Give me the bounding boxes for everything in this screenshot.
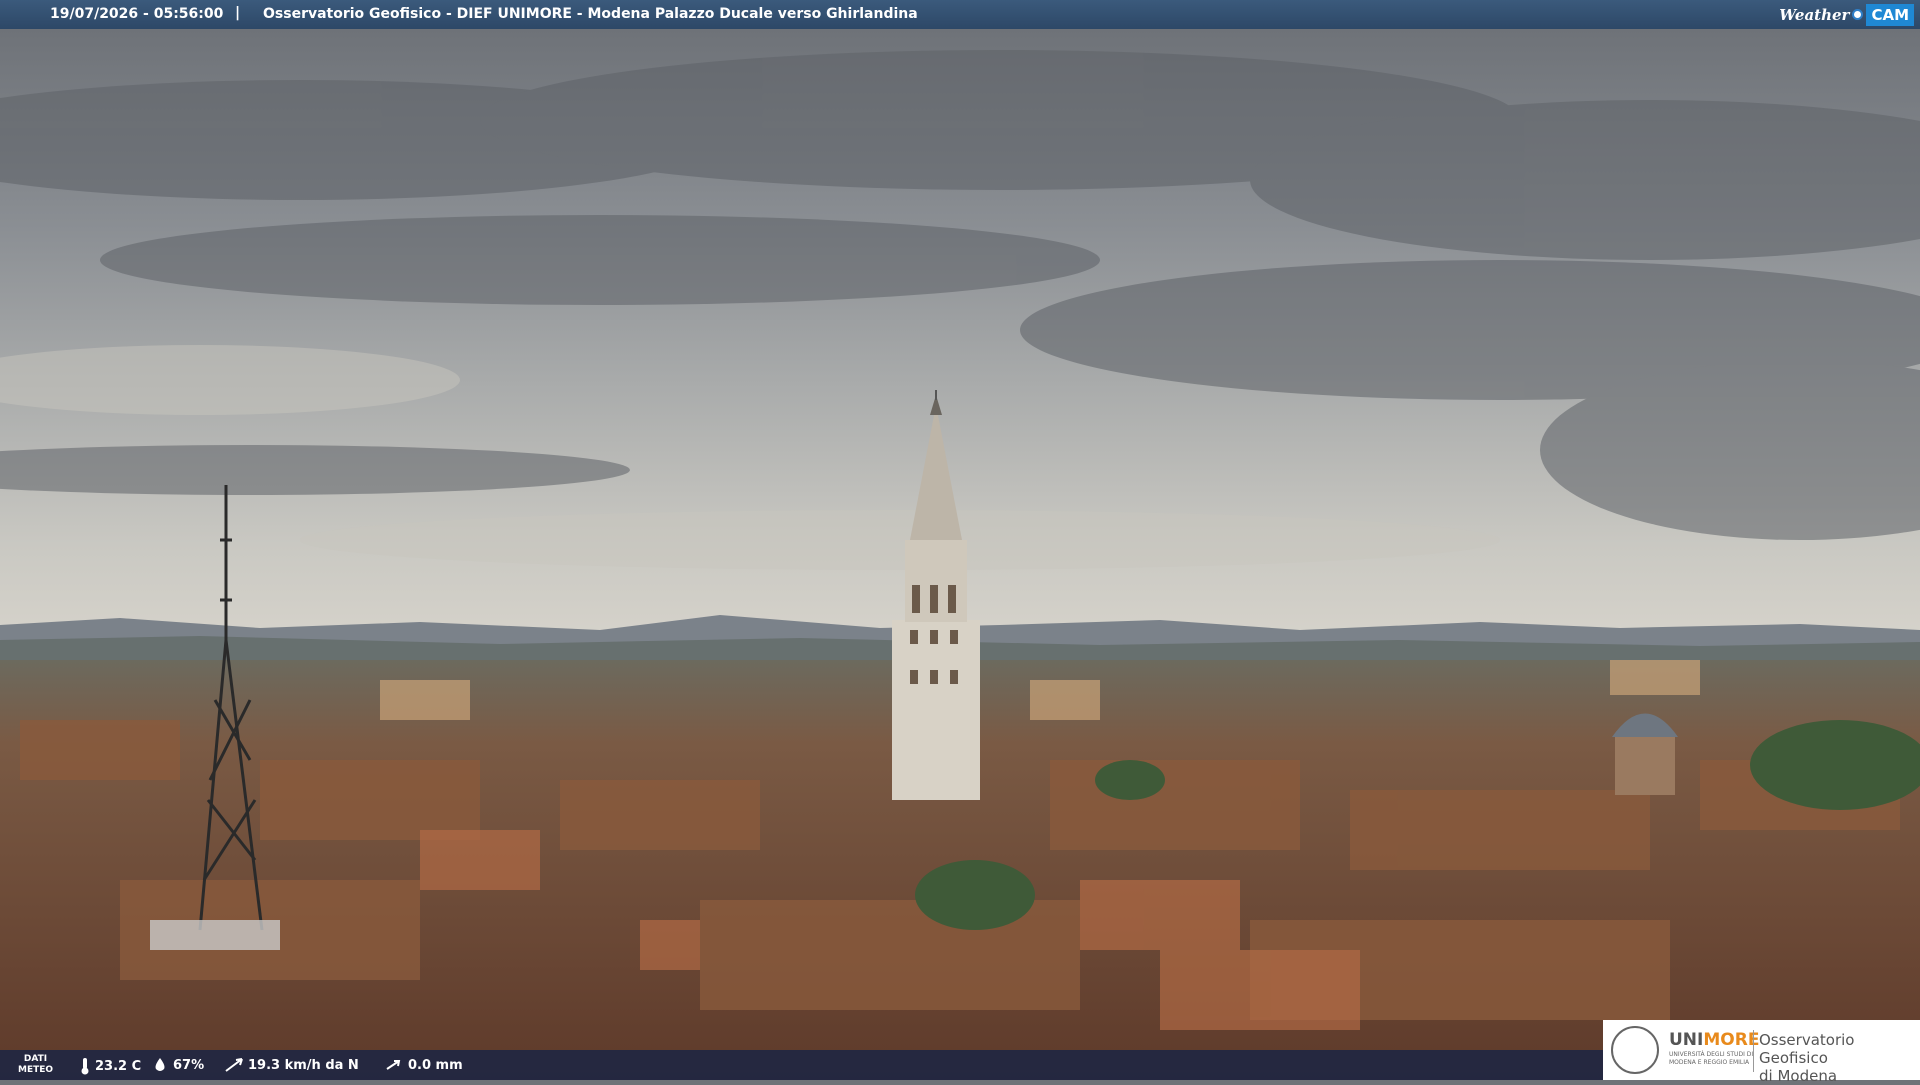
header-separator: | [235,5,241,21]
weather-data-bar: DATI METEO 23.2 C 67% 19.3 km/h da N 0.0… [0,1050,1605,1080]
temperature-value: 23.2 C [95,1058,142,1074]
rain-value: 0.0 mm [408,1057,463,1073]
unimore-logo: UNIMORE UNIVERSITÀ DEGLI STUDI DI MODENA… [1603,1020,1920,1085]
wind-value: 19.3 km/h da N [248,1057,359,1073]
webcam-image [0,0,1920,1080]
unimore-wordmark: UNIMORE [1669,1030,1760,1050]
humidity-reading: 67% [152,1057,204,1073]
lens-icon [1852,9,1864,20]
wind-reading: 19.3 km/h da N [225,1057,359,1073]
brand-weather-text: Weather [1779,5,1850,24]
temperature-reading: 23.2 C [80,1057,141,1075]
logo-divider [1753,1030,1754,1072]
humidity-value: 67% [173,1057,205,1073]
wind-icon [225,1058,243,1072]
thermometer-icon [81,1058,89,1075]
brand-cam-text: CAM [1866,3,1914,26]
weathercam-logo: Weather CAM [1779,0,1920,29]
rain-reading: 0.0 mm [385,1057,463,1073]
timestamp: 19/07/2026 - 05:56:00 [50,6,224,22]
humidity-drop-icon [155,1058,165,1071]
rain-icon [386,1060,401,1070]
camera-title: Osservatorio Geofisico - DIEF UNIMORE - … [263,6,918,22]
observatory-name: Osservatorio Geofisico di Modena [1759,1031,1855,1085]
university-seal-icon [1611,1026,1659,1074]
dome-tower [1612,713,1678,795]
header-bar: 19/07/2026 - 05:56:00 | Osservatorio Geo… [0,0,1920,29]
weather-label: DATI METEO [18,1054,54,1075]
unimore-subtitle: UNIVERSITÀ DEGLI STUDI DI MODENA E REGGI… [1669,1051,1754,1066]
